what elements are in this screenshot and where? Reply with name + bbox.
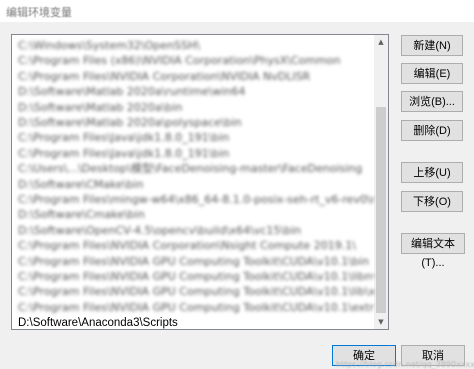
vertical-scrollbar[interactable]: ▲ ▼ (374, 35, 388, 329)
title-bar: 编辑环境变量 (0, 0, 474, 22)
window-title: 编辑环境变量 (6, 6, 72, 19)
new-button[interactable]: 新建(N) (401, 35, 463, 56)
path-list-item[interactable]: C:\Program Files (x86)\NVIDIA Corporatio… (14, 53, 374, 69)
path-list-item[interactable]: D:\Software\Matlab 2020a\runtime\win64 (14, 84, 374, 100)
move-down-button[interactable]: 下移(O) (401, 191, 463, 212)
scroll-down-arrow-icon[interactable]: ▼ (374, 315, 388, 329)
path-list[interactable]: ▲ ▼ C:\Windows\System32\OpenSSH\ C:\Progr… (11, 34, 389, 330)
edit-text-button[interactable]: 编辑文本(T)... (401, 233, 465, 269)
path-list-item[interactable]: C:\Program Files\NVIDIA Corporation\NVID… (14, 69, 374, 85)
path-list-item[interactable]: C:\Program Files\NVIDIA GPU Computing To… (14, 300, 374, 316)
path-list-item[interactable]: D:\Software\Matlab 2020a\bin (14, 100, 374, 116)
browse-button[interactable]: 浏览(B)... (401, 91, 463, 112)
path-list-item[interactable]: C:\Users\...\Desktop\模型\FaceDenoising-ma… (14, 161, 374, 177)
delete-button[interactable]: 删除(D) (401, 120, 463, 141)
path-list-item[interactable]: D:\Software\Anaconda3\Scripts (14, 315, 374, 329)
path-list-item[interactable]: C:\Program Files\Java\jdk1.8.0_191\bin (14, 130, 374, 146)
scrollbar-thumb[interactable] (376, 107, 386, 313)
path-list-item[interactable]: C:\Program Files\NVIDIA Corporation\Nsig… (14, 238, 374, 254)
path-list-item[interactable]: D:\Software\Cmake\bin (14, 207, 374, 223)
path-list-item[interactable]: C:\Windows\System32\OpenSSH\ (14, 38, 374, 54)
path-list-item[interactable]: C:\Program Files\NVIDIA GPU Computing To… (14, 284, 374, 300)
path-list-item[interactable]: C:\Program Files\mingw-w64\x86_64-8.1.0-… (14, 192, 374, 208)
path-list-item[interactable]: D:\Software\CMake\bin (14, 177, 374, 193)
path-list-item[interactable]: D:\Software\Matlab 2020a\polyspace\bin (14, 115, 374, 131)
path-list-item[interactable]: C:\Program Files\NVIDIA GPU Computing To… (14, 269, 374, 285)
edit-button[interactable]: 编辑(E) (401, 63, 463, 84)
path-list-item[interactable]: C:\Program Files\NVIDIA GPU Computing To… (14, 254, 374, 270)
scroll-up-arrow-icon[interactable]: ▲ (374, 35, 388, 49)
path-list-item[interactable]: D:\Software\OpenCV-4.5\opencv\build\x64\… (14, 223, 374, 239)
path-list-item[interactable]: C:\Program Files\Java\jdk1.8.0_191\bin (14, 146, 374, 162)
watermark: https://blog.csdn.net/qq_3890xxxx (336, 360, 474, 369)
move-up-button[interactable]: 上移(U) (401, 162, 463, 183)
